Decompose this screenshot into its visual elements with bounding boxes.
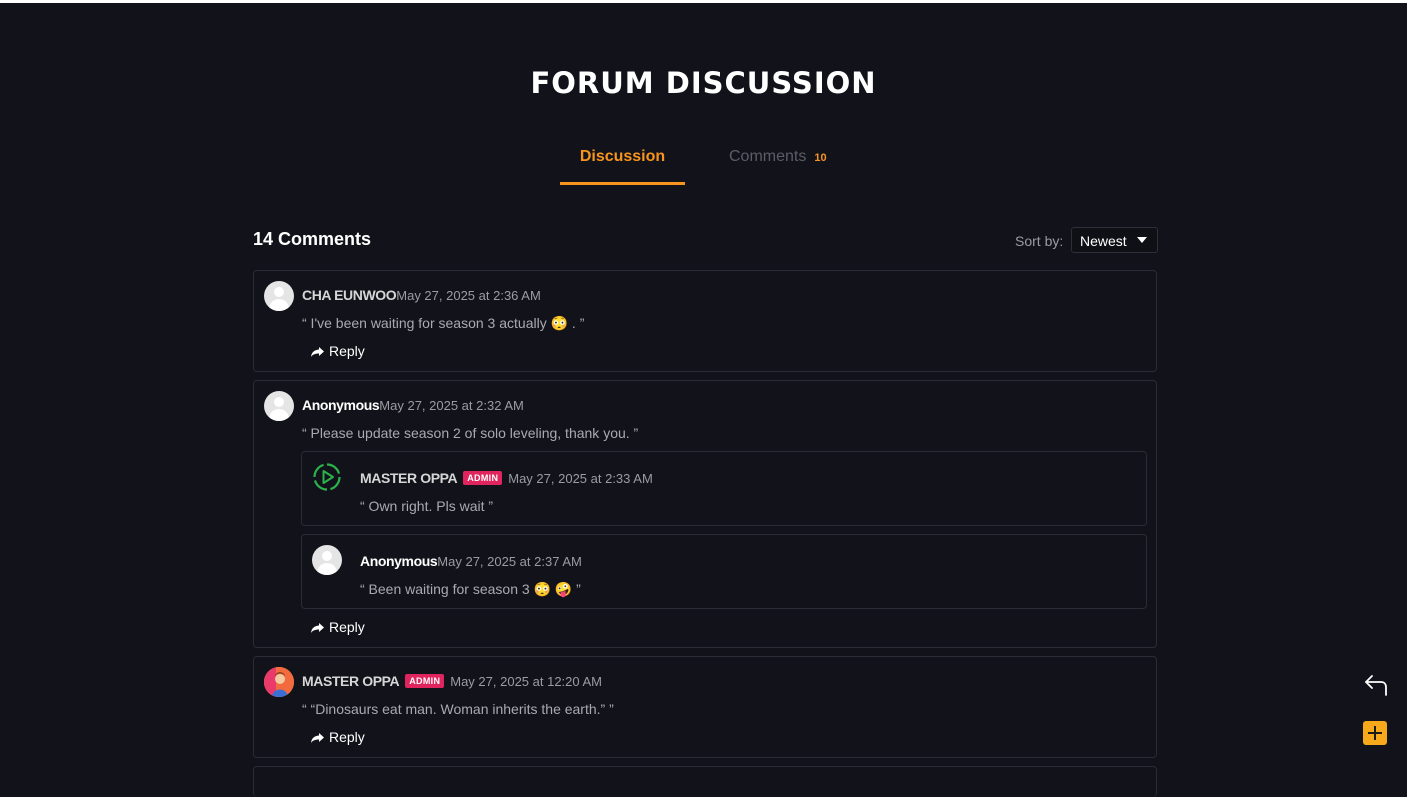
chevron-down-icon xyxy=(1137,237,1147,243)
plus-icon[interactable] xyxy=(1363,721,1387,745)
comment-text: “ I've been waiting for season 3 actuall… xyxy=(302,315,585,331)
comment-meta: AnonymousMay 27, 2025 at 2:32 AM xyxy=(302,397,524,413)
reply-text: “ Been waiting for season 3 😳 🤪 ” xyxy=(360,581,581,597)
reply-date: May 27, 2025 at 2:33 AM xyxy=(508,471,653,486)
reply-date: May 27, 2025 at 2:37 AM xyxy=(437,554,582,569)
sort-selected-value: Newest xyxy=(1080,233,1127,249)
comment-author: CHA EUNWOO xyxy=(302,287,397,303)
reply-card: AnonymousMay 27, 2025 at 2:37 AM “ Been … xyxy=(301,534,1147,609)
admin-badge: ADMIN xyxy=(463,471,503,485)
reply-author: MASTER OPPA xyxy=(360,470,458,486)
reply-label: Reply xyxy=(329,343,365,359)
reply-author: Anonymous xyxy=(360,553,438,569)
tab-comments-label: Comments xyxy=(729,148,807,165)
admin-avatar xyxy=(264,667,294,697)
top-border xyxy=(0,0,1407,3)
share-arrow-icon xyxy=(311,733,324,743)
admin-badge: ADMIN xyxy=(405,674,445,688)
reply-label: Reply xyxy=(329,619,365,635)
tab-comments[interactable]: Comments 10 xyxy=(729,148,827,182)
user-avatar xyxy=(264,391,294,421)
reply-button[interactable]: Reply xyxy=(310,619,365,635)
user-avatar xyxy=(312,545,342,575)
comment-text: “ Please update season 2 of solo levelin… xyxy=(302,425,639,441)
comment-date: May 27, 2025 at 2:32 AM xyxy=(379,398,524,413)
reply-text: “ Own right. Pls wait ” xyxy=(360,498,494,514)
comment-author: MASTER OPPA xyxy=(302,673,400,689)
play-circle-icon xyxy=(312,462,342,492)
reply-meta: AnonymousMay 27, 2025 at 2:37 AM xyxy=(360,553,582,569)
tab-discussion[interactable]: Discussion xyxy=(560,148,685,185)
comment-date: May 27, 2025 at 12:20 AM xyxy=(450,674,603,689)
sort-label: Sort by: xyxy=(1015,233,1064,249)
reply-card: MASTER OPPA ADMIN May 27, 2025 at 2:33 AM … xyxy=(301,451,1147,526)
comment-date: May 27, 2025 at 2:36 AM xyxy=(396,288,541,303)
user-avatar xyxy=(264,281,294,311)
comment-card: CHA EUNWOOMay 27, 2025 at 2:36 AM “ I've… xyxy=(253,270,1157,372)
reply-label: Reply xyxy=(329,729,365,745)
page-title: FORUM DISCUSSION xyxy=(530,66,877,100)
comment-meta: CHA EUNWOOMay 27, 2025 at 2:36 AM xyxy=(302,287,541,303)
comment-text: “ “Dinosaurs eat man. Woman inherits the… xyxy=(302,701,614,717)
share-arrow-icon xyxy=(311,623,324,633)
reply-button[interactable]: Reply xyxy=(310,343,365,359)
comment-card: AnonymousMay 27, 2025 at 2:32 AM “ Pleas… xyxy=(253,380,1157,648)
reply-meta: MASTER OPPA ADMIN May 27, 2025 at 2:33 AM xyxy=(360,470,653,486)
share-arrow-icon xyxy=(311,347,324,357)
reply-button[interactable]: Reply xyxy=(310,729,365,745)
comment-meta: MASTER OPPA ADMIN May 27, 2025 at 12:20 AM xyxy=(302,673,602,689)
comments-count-heading: 14 Comments xyxy=(253,229,372,249)
corner-up-left-icon[interactable] xyxy=(1363,671,1389,697)
sort-select[interactable]: Newest xyxy=(1071,227,1158,253)
comment-author: Anonymous xyxy=(302,397,380,413)
tab-comments-count: 10 xyxy=(814,152,827,164)
comment-card: MASTER OPPA ADMIN May 27, 2025 at 12:20 AM… xyxy=(253,656,1157,758)
